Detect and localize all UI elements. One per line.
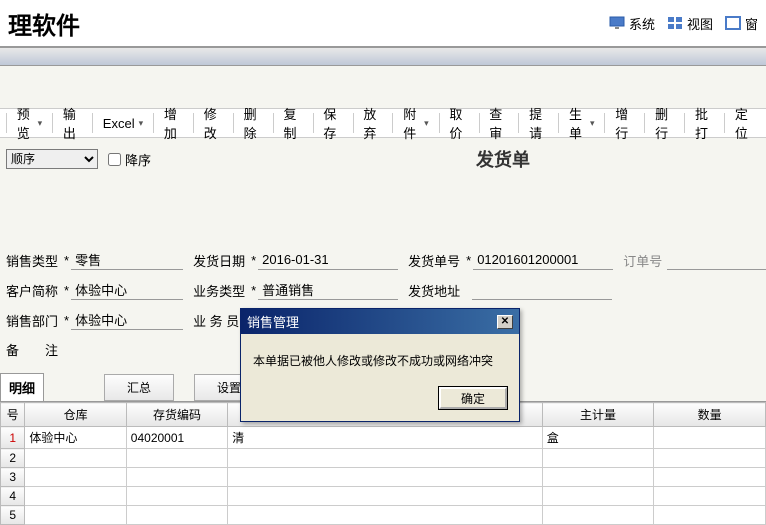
- biz-type-label: 业务类型: [193, 281, 249, 300]
- sale-type-label: 销售类型: [6, 251, 62, 270]
- delline-button[interactable]: 删行: [647, 100, 682, 146]
- generate-button[interactable]: 生单: [561, 100, 602, 146]
- save-button[interactable]: 保存: [315, 100, 350, 146]
- sale-type-input[interactable]: [71, 250, 183, 270]
- review-button[interactable]: 查审: [481, 100, 516, 146]
- summary-button[interactable]: 汇总: [104, 374, 174, 401]
- order-no-input[interactable]: [667, 250, 766, 270]
- remark-label: 备 注: [6, 340, 62, 359]
- tab-detail[interactable]: 明细: [0, 373, 44, 401]
- table-row: 3: [1, 468, 766, 487]
- document-title: 发货单: [476, 146, 530, 172]
- table-row: 2: [1, 449, 766, 468]
- copy-button[interactable]: 复制: [276, 100, 311, 146]
- ship-addr-input[interactable]: [472, 280, 612, 300]
- col-code[interactable]: 存货编码: [126, 403, 227, 427]
- desc-checkbox-label[interactable]: 降序: [108, 150, 151, 169]
- cust-input[interactable]: [71, 280, 183, 300]
- col-rownum[interactable]: 号: [1, 403, 25, 427]
- col-warehouse[interactable]: 仓库: [25, 403, 126, 427]
- locate-button[interactable]: 定位: [727, 100, 762, 146]
- excel-button[interactable]: Excel: [95, 112, 151, 135]
- dialog-title-text: 销售管理: [247, 312, 299, 331]
- biz-type-input[interactable]: [258, 280, 398, 300]
- toolbar: 预览 输出 Excel 增加 修改 删除 复制 保存 放弃 附件 取价 查审 提…: [0, 108, 766, 138]
- ship-date-input[interactable]: [258, 250, 398, 270]
- message-dialog: 销售管理 ✕ 本单据已被他人修改或修改不成功或网络冲突 确定: [240, 308, 520, 422]
- ship-addr-label: 发货地址: [408, 281, 464, 300]
- cust-label: 客户简称: [6, 281, 62, 300]
- desc-checkbox[interactable]: [108, 153, 121, 166]
- ok-button[interactable]: 确定: [439, 387, 507, 409]
- col-main-qty[interactable]: 主计量: [542, 403, 654, 427]
- window-icon: [725, 16, 741, 30]
- dept-label: 销售部门: [6, 311, 62, 330]
- edit-button[interactable]: 修改: [196, 100, 231, 146]
- app-header: 理软件 系统 视图 窗: [0, 0, 766, 48]
- ship-no-label: 发货单号: [408, 251, 464, 270]
- preview-button[interactable]: 预览: [9, 100, 50, 146]
- sort-select[interactable]: 顺序: [6, 149, 98, 169]
- table-row: 1 体验中心 04020001 清 盒: [1, 427, 766, 449]
- addline-button[interactable]: 增行: [607, 100, 642, 146]
- submit-button[interactable]: 提请: [521, 100, 556, 146]
- menu-system[interactable]: 系统: [609, 14, 655, 33]
- batch-button[interactable]: 批打: [687, 100, 722, 146]
- col-qty[interactable]: 数量: [654, 403, 766, 427]
- app-title: 理软件: [8, 6, 80, 41]
- delete-button[interactable]: 删除: [236, 100, 271, 146]
- add-button[interactable]: 增加: [156, 100, 191, 146]
- system-menu: 系统 视图 窗: [609, 14, 758, 33]
- close-icon[interactable]: ✕: [497, 315, 513, 329]
- monitor-icon: [609, 16, 625, 30]
- attach-button[interactable]: 附件: [395, 100, 436, 146]
- dialog-titlebar[interactable]: 销售管理 ✕: [241, 309, 519, 334]
- gradient-bar: [0, 48, 766, 66]
- dept-input[interactable]: [71, 310, 183, 330]
- menu-window[interactable]: 窗: [725, 14, 758, 33]
- menu-view[interactable]: 视图: [667, 14, 713, 33]
- discard-button[interactable]: 放弃: [355, 100, 390, 146]
- table-row: 5: [1, 506, 766, 525]
- grid-body: 1 体验中心 04020001 清 盒 2 3 4 5: [1, 427, 766, 525]
- ship-no-input[interactable]: [473, 250, 613, 270]
- export-button[interactable]: 输出: [55, 100, 90, 146]
- ship-date-label: 发货日期: [193, 251, 249, 270]
- price-button[interactable]: 取价: [441, 100, 476, 146]
- dialog-message: 本单据已被他人修改或修改不成功或网络冲突: [241, 334, 519, 379]
- grid-icon: [667, 16, 683, 30]
- table-row: 4: [1, 487, 766, 506]
- order-no-label: 订单号: [623, 251, 667, 270]
